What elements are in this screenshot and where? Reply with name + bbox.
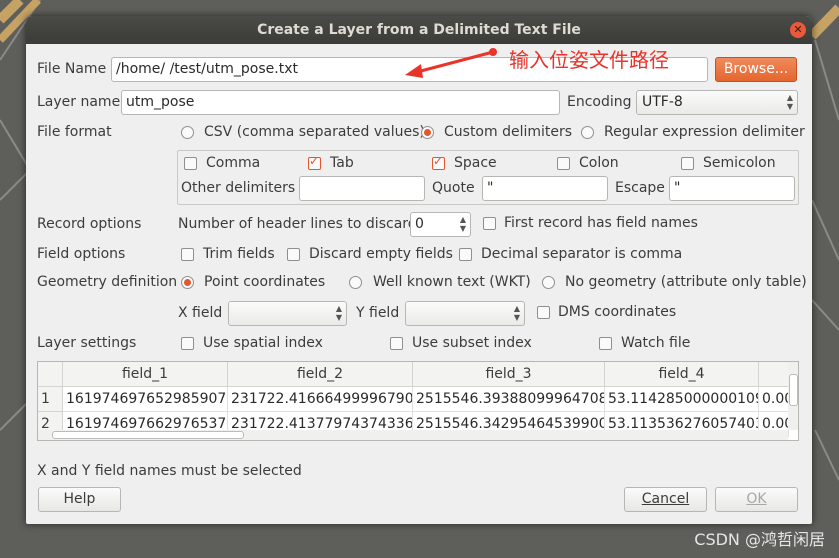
header-lines-spinbox[interactable]: 0 ▲ ▼	[410, 212, 471, 237]
spatial-index-checkbox[interactable]	[181, 337, 194, 350]
regex-radio-label: Regular expression delimiter	[604, 124, 805, 140]
browse-button[interactable]: Browse...	[715, 57, 797, 82]
other-delimiters-input[interactable]	[299, 176, 425, 201]
vertical-scrollbar[interactable]	[788, 362, 798, 430]
spin-arrows-icon: ▲ ▼	[513, 304, 520, 322]
decimal-comma-checkbox[interactable]	[459, 248, 472, 261]
watch-file-checkbox[interactable]	[599, 337, 612, 350]
layer-name-input[interactable]: utm_pose	[121, 90, 560, 115]
column-header[interactable]: field_4	[605, 362, 759, 387]
x-field-label: X field	[178, 305, 223, 321]
geometry-definition-label: Geometry definition	[37, 274, 178, 290]
header-lines-label: Number of header lines to discard	[178, 216, 417, 232]
table-cell: 231722.416664999967907	[228, 387, 413, 412]
spin-arrows-icon[interactable]: ▲ ▼	[460, 215, 466, 233]
table-corner	[38, 362, 63, 387]
table-cell: 0.00	[759, 387, 789, 412]
no-geometry-radio[interactable]	[542, 276, 555, 289]
table-cell: 53.114285000000109	[605, 387, 759, 412]
point-coordinates-radio[interactable]	[181, 276, 194, 289]
spin-arrows-icon: ▲ ▼	[335, 304, 342, 322]
tab-label: Tab	[330, 155, 354, 171]
spin-arrows-icon: ▲ ▼	[786, 93, 793, 111]
annotation-arrow	[405, 48, 497, 78]
comma-checkbox[interactable]	[184, 157, 197, 170]
horizontal-scrollbar[interactable]	[38, 430, 788, 440]
status-message: X and Y field names must be selected	[37, 463, 302, 479]
layer-settings-label: Layer settings	[37, 335, 137, 351]
dms-label: DMS coordinates	[558, 304, 677, 320]
encoding-value: UTF-8	[642, 94, 683, 110]
ok-button[interactable]: OK	[715, 487, 798, 512]
subset-index-checkbox[interactable]	[390, 337, 403, 350]
escape-input[interactable]: "	[669, 176, 795, 201]
custom-delimiters-label: Custom delimiters	[444, 124, 573, 140]
colon-label: Colon	[579, 155, 619, 171]
tab-checkbox[interactable]	[308, 154, 321, 170]
cancel-button[interactable]: Cancel	[624, 487, 707, 512]
colon-checkbox[interactable]	[557, 157, 570, 170]
close-icon[interactable]: ✕	[790, 22, 806, 38]
row-number: 1	[38, 387, 63, 412]
column-header[interactable]: field_2	[228, 362, 413, 387]
table-cell: 2515546.393880999647081	[413, 387, 605, 412]
dms-checkbox[interactable]	[537, 306, 550, 319]
cancel-label: Cancel	[641, 491, 690, 507]
quote-label: Quote	[432, 180, 475, 196]
quote-input[interactable]: "	[482, 176, 608, 201]
sample-data-table[interactable]: field_1 field_2 field_3 field_4 1 161974…	[37, 361, 799, 441]
other-delimiters-label: Other delimiters	[181, 180, 296, 196]
escape-label: Escape	[615, 180, 665, 196]
table-cell: 1619746976529859072	[63, 387, 228, 412]
field-options-label: Field options	[37, 246, 126, 262]
decimal-comma-label: Decimal separator is comma	[481, 246, 683, 262]
window-title: Create a Layer from a Delimited Text Fil…	[257, 22, 581, 38]
ok-label: OK	[746, 491, 767, 507]
space-label: Space	[454, 155, 497, 171]
y-field-select[interactable]: ▲ ▼	[405, 301, 525, 326]
x-field-select[interactable]: ▲ ▼	[228, 301, 347, 326]
watermark: CSDN @鸿哲闲居	[694, 530, 825, 549]
space-checkbox[interactable]	[432, 154, 445, 170]
encoding-label: Encoding	[567, 94, 632, 110]
encoding-select[interactable]: UTF-8 ▲ ▼	[636, 90, 798, 115]
file-name-label: File Name	[37, 61, 107, 77]
layer-name-label: Layer name	[37, 94, 121, 110]
wkt-label: Well known text (WKT)	[373, 274, 531, 290]
header-lines-value: 0	[415, 216, 424, 232]
help-button[interactable]: Help	[38, 487, 121, 512]
csv-radio-label: CSV (comma separated values)	[204, 124, 425, 140]
comma-label: Comma	[206, 155, 261, 171]
spatial-index-label: Use spatial index	[203, 335, 323, 351]
subset-index-label: Use subset index	[412, 335, 532, 351]
annotation-text: 输入位姿文件路径	[509, 48, 669, 72]
scrollbar-thumb[interactable]	[52, 431, 244, 439]
y-field-label: Y field	[356, 305, 400, 321]
record-options-label: Record options	[37, 216, 142, 232]
column-header[interactable]: field_3	[413, 362, 605, 387]
first-record-checkbox[interactable]	[483, 217, 496, 230]
discard-empty-label: Discard empty fields	[309, 246, 453, 262]
no-geometry-label: No geometry (attribute only table)	[565, 274, 807, 290]
column-header[interactable]: field_1	[63, 362, 228, 387]
semicolon-label: Semicolon	[703, 155, 776, 171]
trim-fields-checkbox[interactable]	[181, 248, 194, 261]
file-format-label: File format	[37, 124, 112, 140]
semicolon-checkbox[interactable]	[681, 157, 694, 170]
watch-file-label: Watch file	[621, 335, 691, 351]
regex-radio[interactable]	[581, 126, 594, 139]
custom-delimiters-radio[interactable]	[421, 126, 434, 139]
csv-radio[interactable]	[181, 126, 194, 139]
wkt-radio[interactable]	[349, 276, 362, 289]
first-record-label: First record has field names	[504, 215, 698, 231]
discard-empty-checkbox[interactable]	[287, 248, 300, 261]
column-header-partial	[759, 362, 789, 387]
scrollbar-thumb[interactable]	[789, 374, 798, 406]
point-coordinates-label: Point coordinates	[204, 274, 326, 290]
trim-fields-label: Trim fields	[203, 246, 275, 262]
